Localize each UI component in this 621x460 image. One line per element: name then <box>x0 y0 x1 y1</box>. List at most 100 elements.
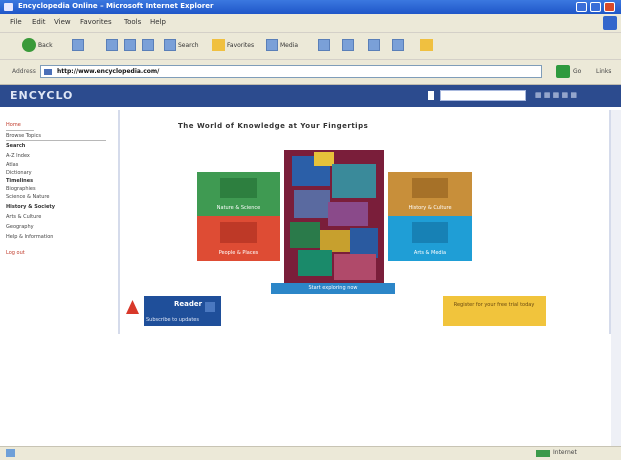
nav-item-timelines[interactable]: Timelines <box>6 178 33 184</box>
close-button[interactable] <box>604 2 615 12</box>
address-bar: Address http://www.encyclopedia.com/ Go … <box>0 60 621 85</box>
history-icon <box>318 39 330 51</box>
left-navigation: Home Browse Topics Search A-Z Index Atla… <box>6 110 116 440</box>
cover-people[interactable]: People & Places <box>197 216 280 261</box>
favorites-button[interactable]: Favorites <box>212 38 254 52</box>
cover-arts[interactable]: Arts & Media <box>388 216 472 261</box>
cover-tile <box>290 222 320 248</box>
forward-arrow-icon <box>72 39 84 51</box>
search-button[interactable]: Search <box>164 38 199 52</box>
nav-item-dictionary[interactable]: Dictionary <box>6 170 32 176</box>
vertical-scrollbar[interactable] <box>611 110 621 446</box>
cover-featured[interactable] <box>284 150 384 283</box>
nav-item-history[interactable]: History & Society <box>6 204 55 210</box>
address-url: http://www.encyclopedia.com/ <box>57 68 160 75</box>
favorites-label: Favorites <box>227 41 255 49</box>
menu-file[interactable]: File <box>10 18 22 26</box>
cover-caption: People & Places <box>218 250 259 256</box>
nav-item-search[interactable]: Search <box>6 143 25 149</box>
cover-tile <box>320 230 350 252</box>
stop-icon <box>106 39 118 51</box>
nav-item-browse[interactable]: Browse Topics <box>6 133 41 139</box>
menu-edit[interactable]: Edit <box>32 18 46 26</box>
refresh-icon <box>124 39 136 51</box>
messenger-icon <box>420 39 433 51</box>
window-title: Encyclopedia Online – Microsoft Internet… <box>18 2 214 10</box>
banner-caption: Subscribe to updates <box>146 317 199 323</box>
back-label: Back <box>38 41 53 49</box>
media-icon <box>266 39 278 51</box>
cover-tile <box>332 164 376 198</box>
featured-caption-bar[interactable]: Start exploring now <box>271 283 395 294</box>
nav-item-biographies[interactable]: Biographies <box>6 186 36 192</box>
cover-tile <box>314 152 334 166</box>
nav-item-atlas[interactable]: Atlas <box>6 162 18 168</box>
nav-item-index[interactable]: A-Z Index <box>6 153 30 159</box>
nav-divider <box>6 140 106 141</box>
cover-tile <box>294 190 330 218</box>
media-button[interactable]: Media <box>266 38 298 52</box>
search-label: Search <box>178 41 199 49</box>
page-status-icon <box>6 449 15 457</box>
zone-label: Internet <box>553 449 577 456</box>
internet-zone-icon <box>536 450 550 457</box>
home-button[interactable] <box>142 38 154 52</box>
cover-caption: History & Culture <box>408 205 452 211</box>
cover-caption: Arts & Media <box>413 250 447 256</box>
links-button[interactable]: Links <box>596 68 611 75</box>
toolbar: Back Search Favorites Media <box>0 33 621 60</box>
forward-button[interactable] <box>72 38 84 52</box>
nav-item-help[interactable]: Help & Information <box>6 234 53 240</box>
menu-help[interactable]: Help <box>150 18 166 26</box>
cover-tile <box>334 254 376 280</box>
go-arrow-icon[interactable] <box>556 65 570 78</box>
windows-logo-icon <box>603 16 617 30</box>
page-favicon-icon <box>44 69 52 75</box>
banner-logo-area <box>122 296 144 326</box>
nav-divider <box>6 130 34 131</box>
maximize-button[interactable] <box>590 2 601 12</box>
print-icon <box>368 39 380 51</box>
address-input[interactable]: http://www.encyclopedia.com/ <box>40 65 542 78</box>
header-nav-icons[interactable]: ▦ ▦ ▦ ▦ ▦ <box>535 91 577 99</box>
media-label: Media <box>280 41 299 49</box>
nav-item-geography[interactable]: Geography <box>6 224 34 230</box>
print-button[interactable] <box>368 38 380 52</box>
favorites-star-icon <box>212 39 225 51</box>
nav-item-science[interactable]: Science & Nature <box>6 194 49 200</box>
go-button[interactable]: Go <box>573 68 581 75</box>
site-logo[interactable]: ENCYCLO <box>10 89 73 102</box>
messenger-button[interactable] <box>420 38 433 52</box>
menu-tools[interactable]: Tools <box>124 18 141 26</box>
nav-item-logout[interactable]: Log out <box>6 250 25 256</box>
stop-button[interactable] <box>106 38 118 52</box>
edit-icon <box>392 39 404 51</box>
menu-view[interactable]: View <box>54 18 71 26</box>
site-header: ENCYCLO ▦ ▦ ▦ ▦ ▦ <box>0 85 621 107</box>
cover-image <box>220 222 257 243</box>
cover-history[interactable]: History & Culture <box>388 172 472 216</box>
nav-item-home[interactable]: Home <box>6 122 21 128</box>
cover-tile <box>328 202 368 226</box>
edit-button[interactable] <box>392 38 404 52</box>
trial-banner[interactable]: Register for your free trial today <box>443 296 546 326</box>
page-heading: The World of Knowledge at Your Fingertip… <box>178 122 369 130</box>
refresh-button[interactable] <box>124 38 136 52</box>
cover-image <box>220 178 257 199</box>
reader-banner[interactable]: Reader Subscribe to updates <box>122 296 221 326</box>
history-button[interactable] <box>318 38 330 52</box>
nav-item-arts[interactable]: Arts & Culture <box>6 214 41 220</box>
cover-nature[interactable]: Nature & Science <box>197 172 280 216</box>
brand-mark-icon <box>126 300 139 314</box>
mail-button[interactable] <box>342 38 354 52</box>
banner-title: Reader <box>174 300 203 308</box>
browser-icon <box>4 3 13 11</box>
banner-body: Reader Subscribe to updates <box>144 296 221 326</box>
menu-favorites[interactable]: Favorites <box>80 18 112 26</box>
cover-caption: Nature & Science <box>216 205 261 211</box>
minimize-button[interactable] <box>576 2 587 12</box>
site-search-input[interactable] <box>440 90 526 101</box>
search-icon <box>164 39 176 51</box>
back-button[interactable]: Back <box>22 38 53 52</box>
cover-image <box>411 178 449 199</box>
